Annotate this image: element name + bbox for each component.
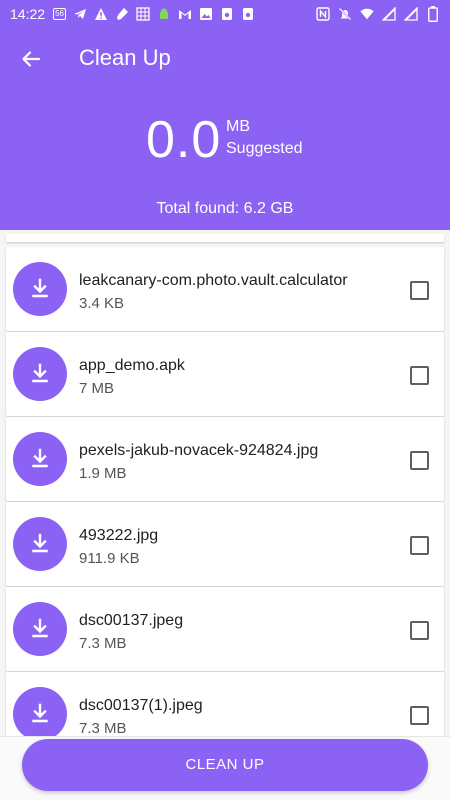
file-name: pexels-jakub-novacek-924824.jpg	[79, 442, 319, 459]
battery-icon	[426, 6, 440, 22]
disk-icon	[220, 7, 234, 21]
download-icon	[32, 448, 48, 468]
download-icon	[32, 618, 48, 638]
file-size: 3.4 KB	[79, 295, 125, 312]
file-checkbox[interactable]	[410, 536, 429, 555]
flashlight-icon	[115, 7, 129, 21]
signal-icon	[404, 7, 418, 21]
gmail-icon	[178, 7, 192, 21]
telegram-icon	[73, 7, 87, 21]
file-item[interactable]: pexels-jakub-novacek-924824.jpg 1.9 MB	[6, 417, 444, 501]
file-name: leakcanary-com.photo.vault.calculator	[79, 272, 348, 289]
file-checkbox[interactable]	[410, 706, 429, 725]
file-icon-circle	[13, 347, 67, 401]
file-size: 1.9 MB	[79, 465, 127, 482]
file-item[interactable]: dsc00137.jpeg 7.3 MB	[6, 587, 444, 671]
file-icon-circle	[13, 687, 67, 736]
suggested-size-value: 0.0	[146, 111, 222, 169]
android-icon	[157, 7, 171, 21]
mute-icon	[338, 7, 352, 21]
file-size: 7 MB	[79, 380, 115, 397]
file-icon-circle	[13, 602, 67, 656]
file-list[interactable]: leakcanary-com.photo.vault.calculator 3.…	[0, 230, 450, 736]
file-checkbox[interactable]	[410, 281, 429, 300]
download-icon	[32, 278, 48, 298]
status-right-icons	[316, 6, 440, 22]
file-name: 493222.jpg	[79, 527, 159, 544]
file-item[interactable]: dsc00137(1).jpeg 7.3 MB	[6, 672, 444, 736]
clean-up-button[interactable]: CLEAN UP	[22, 739, 428, 791]
file-checkbox[interactable]	[410, 366, 429, 385]
total-found: Total found: 6.2 GB	[156, 200, 294, 217]
wifi-icon	[360, 7, 374, 21]
file-icon-circle	[13, 517, 67, 571]
arrow-left-icon	[22, 51, 41, 67]
list-item-partial	[6, 234, 444, 242]
disk-icon	[241, 7, 255, 21]
file-icon-circle	[13, 432, 67, 486]
status-time: 14:22	[10, 6, 46, 22]
download-icon	[32, 703, 48, 723]
file-item[interactable]: leakcanary-com.photo.vault.calculator 3.…	[6, 247, 444, 331]
file-checkbox[interactable]	[410, 621, 429, 640]
file-item[interactable]: 493222.jpg 911.9 KB	[6, 502, 444, 586]
file-checkbox[interactable]	[410, 451, 429, 470]
status-bar: 14:22 56	[0, 0, 450, 28]
bottom-bar: CLEAN UP	[0, 736, 450, 800]
file-name: app_demo.apk	[79, 357, 185, 374]
signal-icon	[382, 7, 396, 21]
file-name: dsc00137(1).jpeg	[79, 697, 203, 714]
warning-icon	[94, 7, 108, 21]
suggested-size-unit: MB	[226, 118, 250, 135]
file-icon-circle	[13, 262, 67, 316]
suggested-label: Suggested	[226, 140, 303, 157]
download-icon	[32, 533, 48, 553]
status-left-icons: 56	[53, 7, 255, 21]
image-icon	[199, 7, 213, 21]
file-size: 7.3 MB	[79, 635, 127, 652]
back-button[interactable]	[14, 42, 48, 76]
grid-icon	[136, 7, 150, 21]
file-item[interactable]: app_demo.apk 7 MB	[6, 332, 444, 416]
page-title: Clean Up	[79, 45, 171, 70]
file-size: 7.3 MB	[79, 720, 127, 736]
nfc-icon	[316, 7, 330, 21]
header: Clean Up 0.0 MB Suggested Total found: 6…	[0, 28, 450, 230]
file-name: dsc00137.jpeg	[79, 612, 184, 629]
data-badge-icon: 56	[53, 8, 67, 20]
download-icon	[32, 363, 48, 383]
file-size: 911.9 KB	[79, 550, 140, 567]
